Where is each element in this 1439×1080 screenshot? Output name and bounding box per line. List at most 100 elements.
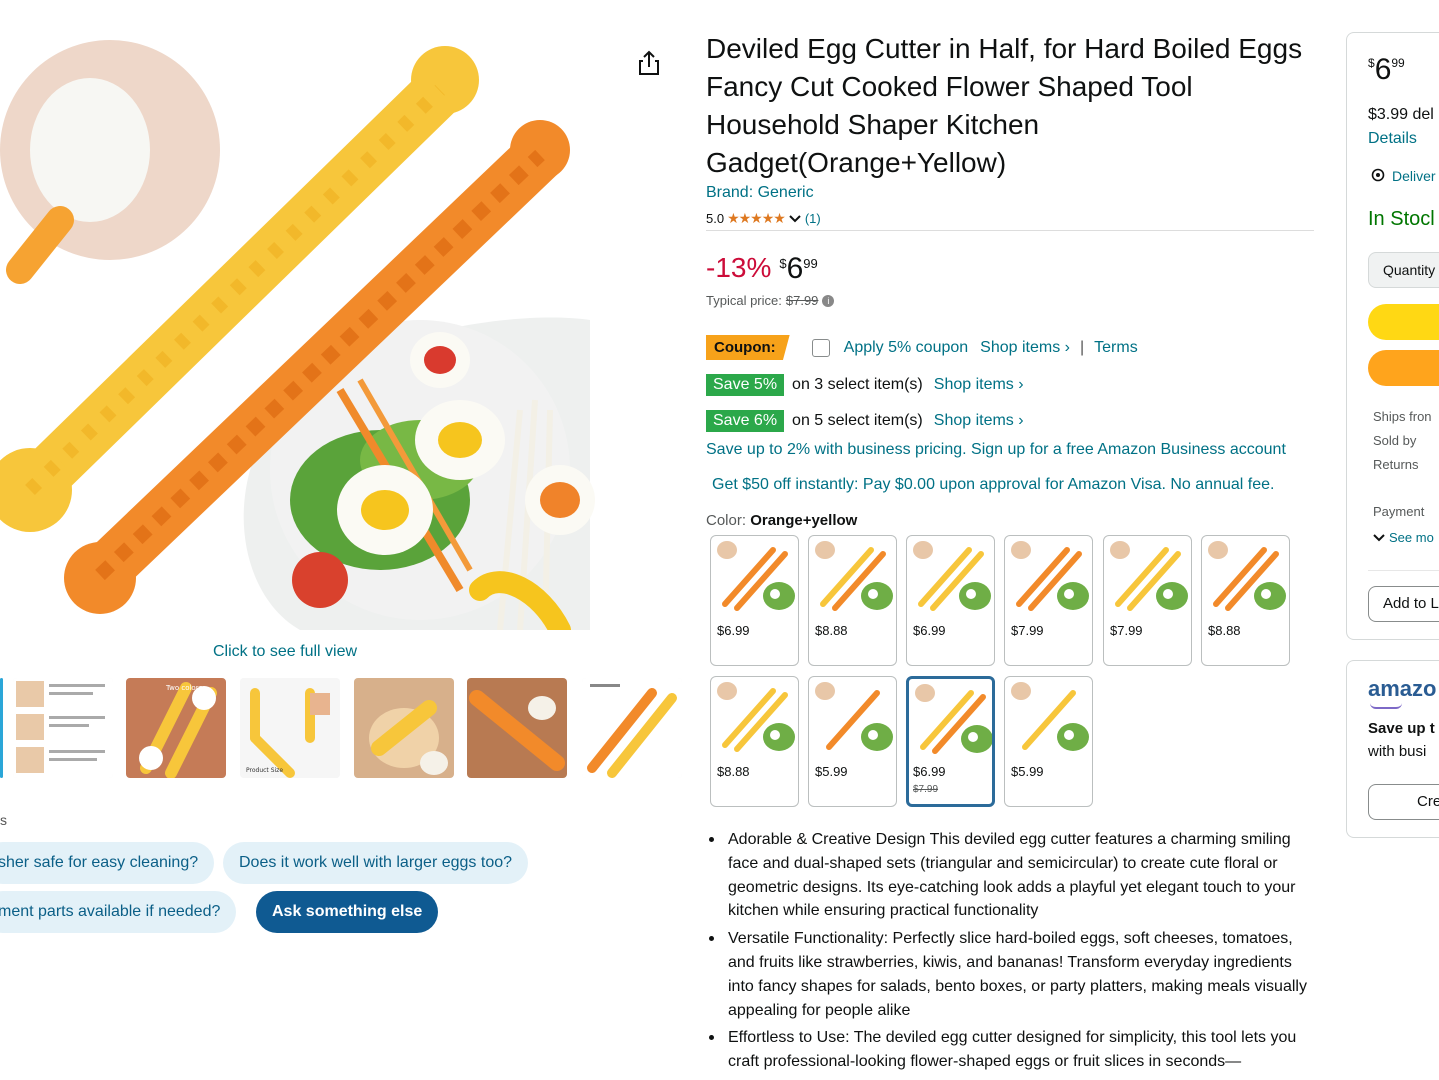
add-to-list-button[interactable]: Add to L <box>1368 586 1439 622</box>
deliver-to-link[interactable]: Deliver <box>1370 168 1436 184</box>
returns-label: Returns <box>1373 457 1419 472</box>
business-pricing-link[interactable]: Save up to 2% with business pricing. Sig… <box>706 441 1286 459</box>
color-label-text: Color: <box>706 512 747 529</box>
discount-percent: -13% <box>706 252 772 283</box>
promotion-row: Save 6% on 5 select item(s) Shop items › <box>706 410 1024 432</box>
share-icon[interactable] <box>634 48 664 78</box>
color-swatch-selected[interactable]: $6.99 $7.99 <box>906 676 995 807</box>
price-fraction: 99 <box>803 256 818 271</box>
price-block: -13% $ 6 99 <box>706 248 818 290</box>
section-edge-text: s <box>0 812 7 828</box>
location-pin-icon <box>1371 168 1385 182</box>
apply-coupon-link[interactable]: Apply 5% coupon <box>844 339 969 357</box>
swatch-price: $7.99 <box>1110 623 1143 638</box>
brand-link[interactable]: Brand: Generic <box>706 184 814 202</box>
chevron-down-icon[interactable] <box>788 214 802 224</box>
typical-price-value: $7.99 <box>785 293 819 308</box>
swatch-image <box>815 541 893 611</box>
buy-now-button[interactable] <box>1368 350 1439 386</box>
thumbnail-strip: Two colors Product Size <box>0 678 690 778</box>
suggested-question-chip[interactable]: ment parts available if needed? <box>0 891 237 933</box>
swatch-image <box>1208 541 1286 611</box>
swatch-price: $8.88 <box>1208 623 1241 638</box>
chevron-down-icon <box>1373 533 1385 541</box>
suggested-question-chip[interactable]: Does it work well with larger eggs too? <box>223 842 529 884</box>
color-swatch[interactable]: $8.88 <box>1201 535 1290 666</box>
quantity-dropdown[interactable]: Quantity <box>1368 252 1439 288</box>
buybox-price-currency: $ <box>1368 56 1375 70</box>
divider <box>1368 570 1439 571</box>
business-save-text: Save up t <box>1368 720 1435 737</box>
buybox-price: $ 6 99 <box>1368 52 1405 88</box>
swatch-image <box>717 541 795 611</box>
create-business-account-button[interactable]: Cre <box>1368 784 1439 820</box>
color-swatch[interactable]: $8.88 <box>808 535 897 666</box>
swatch-price: $8.88 <box>815 623 848 638</box>
coupon-badge: Coupon: <box>706 335 790 360</box>
info-icon[interactable]: i <box>822 294 835 307</box>
see-more-text: See mo <box>1389 530 1434 545</box>
color-label: Color: Orange+yellow <box>706 512 857 529</box>
buybox-price-fraction: 99 <box>1391 56 1405 70</box>
product-title: Deviled Egg Cutter in Half, for Hard Boi… <box>706 33 1303 178</box>
coupon-checkbox[interactable] <box>811 338 830 357</box>
star-rating-icon: ★★★★★ <box>727 210 786 226</box>
main-product-image[interactable] <box>0 30 600 630</box>
color-swatch[interactable]: $6.99 <box>906 535 995 666</box>
swatch-price: $5.99 <box>815 764 848 779</box>
color-swatch[interactable]: $5.99 <box>1004 676 1093 807</box>
visa-offer-link[interactable]: Get $50 off instantly: Pay $0.00 upon ap… <box>712 476 1274 494</box>
separator: | <box>1079 338 1085 356</box>
thumbnail-image[interactable] <box>582 678 682 778</box>
color-swatch[interactable]: $7.99 <box>1103 535 1192 666</box>
thumbnail-image[interactable] <box>467 678 567 778</box>
thumbnail-image[interactable] <box>354 678 454 778</box>
save-badge: Save 6% <box>706 410 785 432</box>
swatch-image <box>717 682 795 752</box>
stock-status: In Stocl <box>1368 208 1435 230</box>
color-swatch[interactable]: $5.99 <box>808 676 897 807</box>
full-view-link[interactable]: Click to see full view <box>213 643 357 661</box>
ships-from-label: Ships fron <box>1373 409 1432 424</box>
swatch-price: $6.99 <box>717 623 750 638</box>
shop-items-link[interactable]: Shop items › <box>934 376 1024 394</box>
thumbnail-caption: Product Size <box>246 767 283 774</box>
thumbnail-image[interactable]: Two colors <box>126 678 226 778</box>
swatch-price: $8.88 <box>717 764 750 779</box>
typical-price: Typical price: $7.99 i <box>706 293 835 308</box>
promotion-text: on 3 select item(s) <box>792 376 923 393</box>
suggested-question-chip[interactable]: sher safe for easy cleaning? <box>0 842 215 884</box>
feature-bullet: Adorable & Creative Design This deviled … <box>706 828 1316 923</box>
business-with-text: with busi <box>1368 743 1427 760</box>
rating-count-link[interactable]: (1) <box>805 211 821 226</box>
amazon-business-logo: amazo <box>1368 676 1437 701</box>
feature-bullet: Effortless to Use: The deviled egg cutte… <box>706 1026 1316 1074</box>
ask-something-else-button[interactable]: Ask something else <box>256 891 439 933</box>
feature-bullet: Versatile Functionality: Perfectly slice… <box>706 927 1316 1022</box>
thumbnail-image[interactable] <box>13 678 113 778</box>
swatch-price: $6.99 <box>913 623 946 638</box>
thumbnail-image[interactable]: Product Size <box>240 678 340 778</box>
price-whole: 6 <box>786 252 804 285</box>
add-to-cart-button[interactable] <box>1368 304 1439 340</box>
swatch-price: $7.99 <box>1011 623 1044 638</box>
color-swatch[interactable]: $6.99 <box>710 535 799 666</box>
delivery-fee: $3.99 del <box>1368 106 1434 123</box>
color-swatch[interactable]: $8.88 <box>710 676 799 807</box>
swatch-image <box>913 541 991 611</box>
price-currency: $ <box>779 256 787 271</box>
color-swatch[interactable]: $7.99 <box>1004 535 1093 666</box>
coupon-terms-link[interactable]: Terms <box>1094 339 1138 357</box>
feature-bullets: Adorable & Creative Design This deviled … <box>706 828 1316 1078</box>
swatch-image <box>815 682 893 751</box>
sold-by-label: Sold by <box>1373 433 1417 448</box>
delivery-details-link[interactable]: Details <box>1368 130 1417 148</box>
buybox-price-whole: 6 <box>1374 53 1392 86</box>
shop-items-link[interactable]: Shop items › <box>934 412 1024 430</box>
swatch-price: $6.99 <box>913 764 946 779</box>
promotion-row: Save 5% on 3 select item(s) Shop items › <box>706 374 1024 396</box>
shop-items-link[interactable]: Shop items › <box>980 339 1070 357</box>
rating-summary[interactable]: 5.0 ★★★★★ (1) <box>706 210 821 227</box>
see-more-toggle[interactable]: See mo <box>1373 530 1434 545</box>
save-badge: Save 5% <box>706 374 785 396</box>
